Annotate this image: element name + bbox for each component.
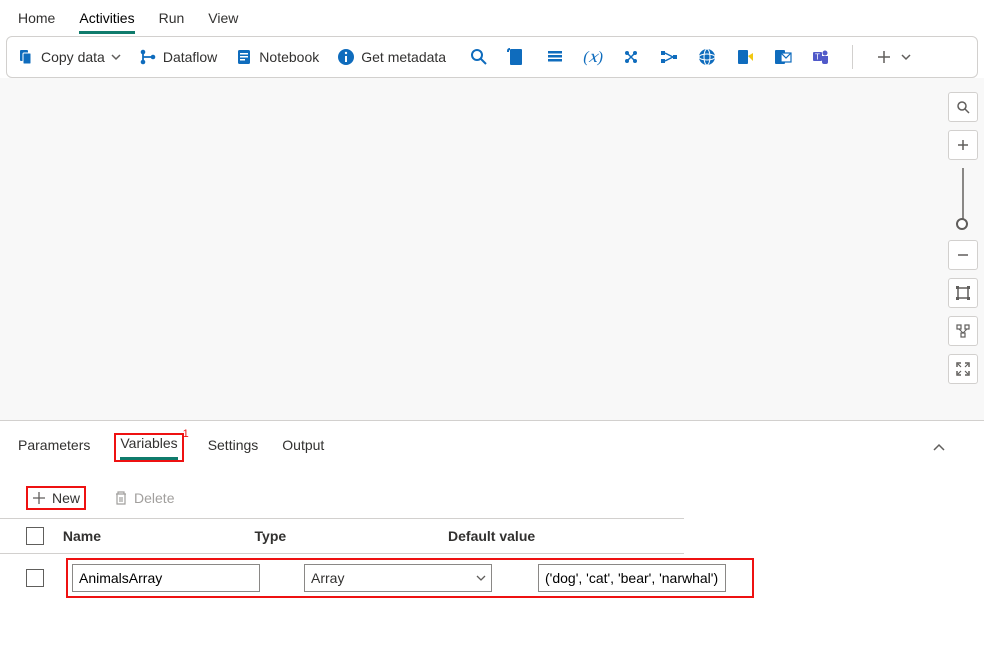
panel-tab-settings[interactable]: Settings [208,437,259,459]
variable-name-input[interactable] [72,564,260,592]
zoom-fit-button[interactable] [948,278,978,308]
canvas-search-button[interactable] [948,92,978,122]
web-icon[interactable] [696,46,718,68]
copy-data-button[interactable]: Copy data [17,48,121,66]
annotation-variables-tab: Variables 1 [114,433,183,462]
info-icon [337,48,355,66]
azure-function-icon[interactable] [620,46,642,68]
dataflow-label: Dataflow [163,49,217,65]
panel-tab-parameters[interactable]: Parameters [18,437,90,459]
select-all-checkbox[interactable] [26,527,44,545]
notebook-icon [235,48,253,66]
variable-icon[interactable]: (𝑥) [582,46,604,68]
dataflow-icon [139,48,157,66]
copy-data-label: Copy data [41,49,105,65]
header-name: Name [63,528,255,544]
switch-icon[interactable] [658,46,680,68]
teams-icon[interactable]: T [810,46,832,68]
new-button[interactable]: New [32,490,80,506]
variable-type-select[interactable]: Array [304,564,492,592]
lookup-icon[interactable] [468,46,490,68]
top-tab-bar: Home Activities Run View [0,0,984,34]
panel-collapse-button[interactable] [932,441,946,455]
get-metadata-label: Get metadata [361,49,446,65]
chevron-down-icon[interactable] [901,52,911,62]
new-label: New [52,490,80,506]
zoom-in-button[interactable] [948,130,978,160]
header-default-value: Default value [448,528,658,544]
copy-data-icon [17,48,35,66]
variable-type-value: Array [311,570,344,586]
toolbar-separator [852,45,853,69]
tab-run[interactable]: Run [159,6,185,34]
pipeline-canvas[interactable] [0,78,984,420]
tab-view[interactable]: View [208,6,238,34]
zoom-out-button[interactable] [948,240,978,270]
fullscreen-button[interactable] [948,354,978,384]
tab-activities[interactable]: Activities [79,6,134,34]
delete-button[interactable]: Delete [114,490,174,506]
properties-panel: Parameters Variables 1 Settings Output N… [0,420,984,660]
svg-text:T: T [815,53,820,62]
notebook-button[interactable]: Notebook [235,48,319,66]
panel-tab-variables[interactable]: Variables [120,435,177,460]
variable-default-value-input[interactable] [538,564,726,592]
outlook-icon[interactable] [772,46,794,68]
powerbi-icon[interactable] [734,46,756,68]
table-row: Array [0,554,984,604]
chevron-down-icon [476,573,486,583]
dataflow-button[interactable]: Dataflow [139,48,217,66]
tab-home[interactable]: Home [18,6,55,34]
variables-table-header: Name Type Default value [0,518,684,554]
annotation-variable-row: Array [66,558,754,598]
notebook-label: Notebook [259,49,319,65]
auto-align-button[interactable] [948,316,978,346]
delete-label: Delete [134,490,174,506]
zoom-slider[interactable] [962,168,964,224]
chevron-down-icon [111,52,121,62]
script-icon[interactable] [506,46,528,68]
activities-toolbar: Copy data Dataflow Notebook Get metadata [6,36,978,78]
zoom-slider-thumb[interactable] [956,218,968,230]
annotation-new-button: New [26,486,86,510]
row-checkbox[interactable] [26,569,44,587]
add-activity-button[interactable] [873,46,895,68]
annotation-number-1: 1 [183,428,189,440]
header-type: Type [255,528,449,544]
get-metadata-button[interactable]: Get metadata [337,48,446,66]
panel-tab-output[interactable]: Output [282,437,324,459]
stored-procedure-icon[interactable] [544,46,566,68]
